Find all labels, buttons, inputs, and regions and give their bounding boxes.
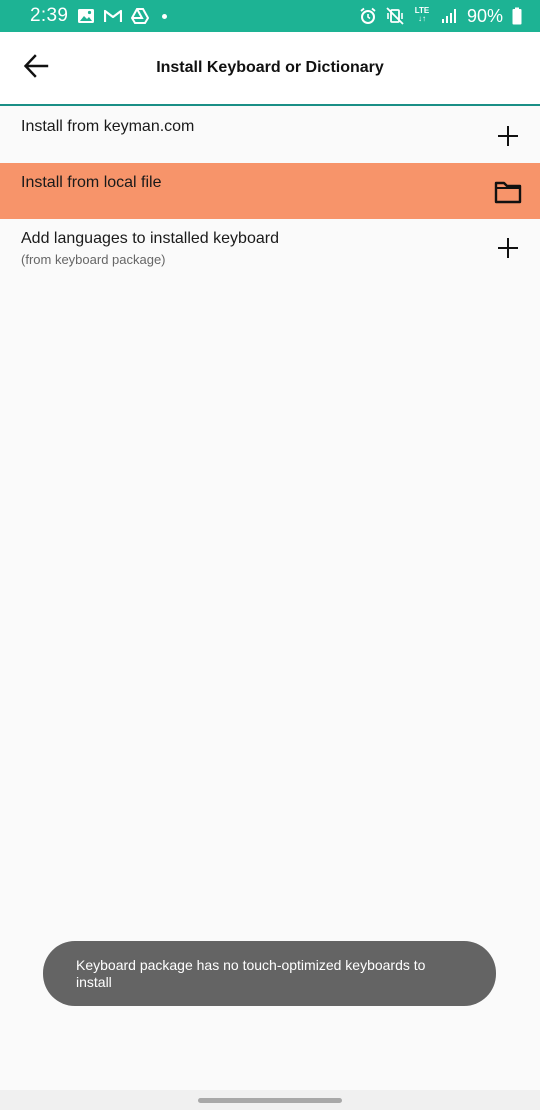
screen: 2:39 LTE ↓↑ 90% Install Keyboard or Dict…	[0, 0, 540, 1110]
home-gesture-handle[interactable]	[198, 1098, 342, 1103]
signal-icon	[440, 7, 458, 25]
page-title: Install Keyboard or Dictionary	[156, 59, 384, 76]
arrow-left-icon	[23, 53, 49, 84]
item-title: Add languages to installed keyboard	[21, 230, 279, 247]
plus-icon	[494, 234, 522, 262]
vibrate-icon	[386, 7, 404, 25]
status-bar: 2:39 LTE ↓↑ 90%	[0, 0, 540, 32]
plus-icon	[494, 122, 522, 150]
item-title: Install from keyman.com	[21, 118, 195, 135]
toast-message: Keyboard package has no touch-optimized …	[43, 941, 496, 1006]
lte-icon: LTE ↓↑	[414, 6, 430, 23]
list-item-install-from-keyman[interactable]: Install from keyman.com	[0, 107, 540, 163]
item-subtitle: (from keyboard package)	[21, 252, 166, 267]
notification-dot	[162, 13, 168, 19]
gmail-icon	[104, 7, 123, 25]
status-right: LTE ↓↑ 90%	[359, 6, 522, 27]
app-bar: Install Keyboard or Dictionary	[0, 32, 540, 106]
gallery-icon	[77, 7, 95, 25]
status-time: 2:39	[30, 5, 69, 26]
folder-icon	[494, 178, 522, 206]
battery-icon	[512, 7, 522, 25]
install-options-list: Install from keyman.com Install from loc…	[0, 107, 540, 275]
back-button[interactable]	[14, 46, 58, 90]
list-item-add-languages[interactable]: Add languages to installed keyboard (fro…	[0, 219, 540, 275]
alarm-icon	[359, 7, 377, 25]
status-left: 2:39	[30, 5, 168, 27]
battery-percent: 90%	[466, 5, 503, 26]
drive-icon	[131, 7, 150, 25]
lte-label: LTE	[414, 6, 430, 15]
item-title: Install from local file	[21, 174, 162, 191]
list-item-install-from-local-file[interactable]: Install from local file	[0, 163, 540, 219]
navigation-bar	[0, 1090, 540, 1110]
